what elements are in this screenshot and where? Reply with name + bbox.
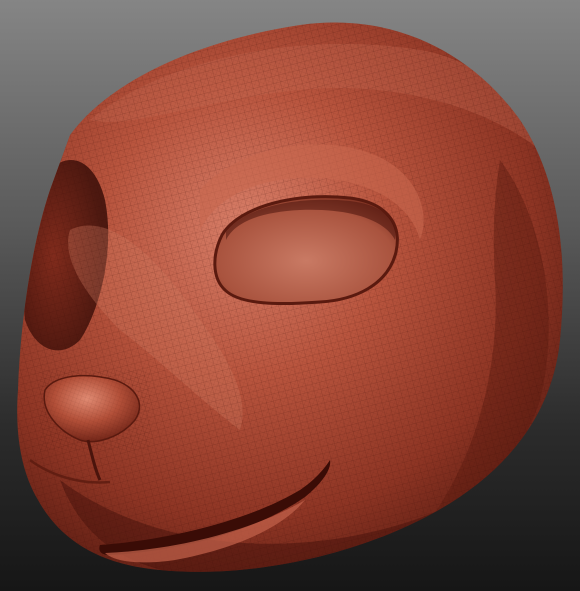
3d-viewport[interactable]	[0, 0, 580, 591]
sculpt-render[interactable]	[0, 0, 580, 591]
